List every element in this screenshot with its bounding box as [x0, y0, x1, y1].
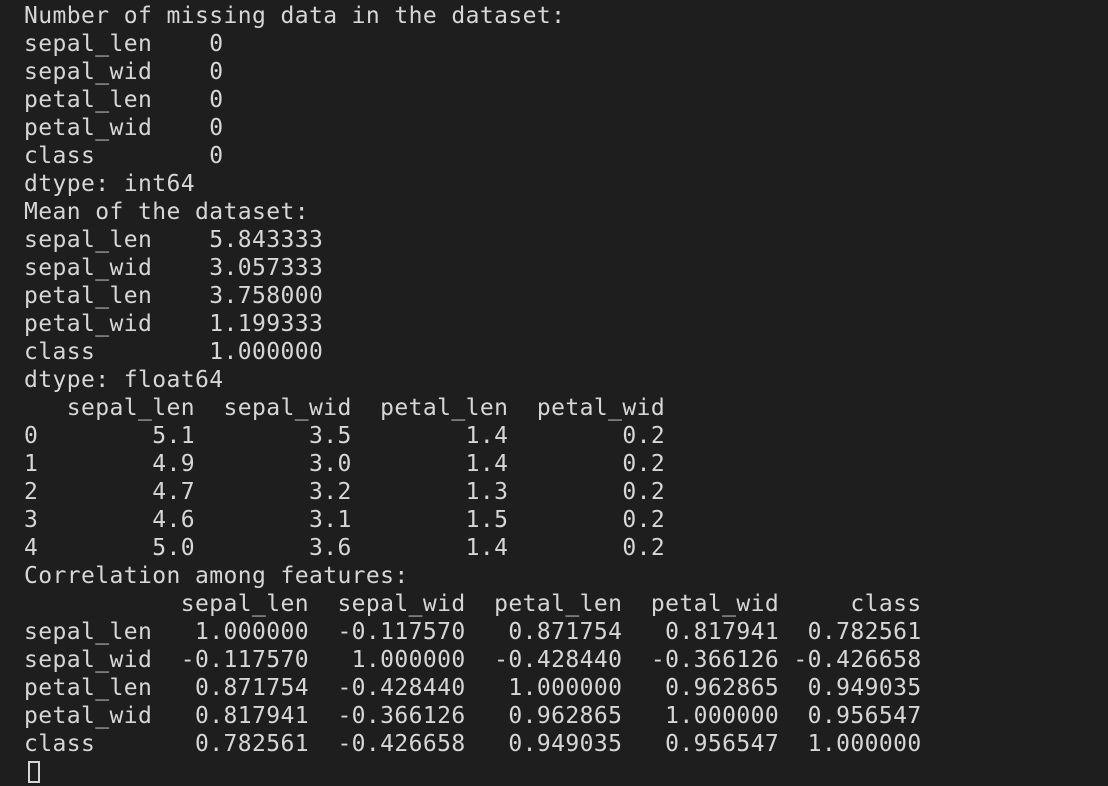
head-table-row: 1 4.9 3.0 1.4 0.2 — [24, 451, 666, 477]
correlation-table-row: petal_len 0.871754 -0.428440 1.000000 0.… — [24, 675, 922, 701]
missing-data-heading: Number of missing data in the dataset: — [24, 3, 566, 29]
correlation-table-row: petal_wid 0.817941 -0.366126 0.962865 1.… — [24, 703, 922, 729]
shell-prompt[interactable] — [24, 758, 1108, 786]
mean-sepal-wid: sepal_wid 3.057333 — [24, 255, 324, 281]
correlation-table-row: sepal_wid -0.117570 1.000000 -0.428440 -… — [24, 647, 922, 673]
missing-petal-wid: petal_wid 0 — [24, 115, 224, 141]
correlation-heading: Correlation among features: — [24, 563, 409, 589]
missing-sepal-wid: sepal_wid 0 — [24, 59, 224, 85]
head-table-header: sepal_len sepal_wid petal_len petal_wid — [24, 395, 666, 421]
head-table-row: 4 5.0 3.6 1.4 0.2 — [24, 535, 666, 561]
mean-petal-wid: petal_wid 1.199333 — [24, 311, 324, 337]
correlation-table-header: sepal_len sepal_wid petal_len petal_wid … — [24, 591, 922, 617]
text-cursor — [28, 761, 40, 783]
correlation-table-row: class 0.782561 -0.426658 0.949035 0.9565… — [24, 731, 922, 757]
mean-heading: Mean of the dataset: — [24, 199, 309, 225]
mean-sepal-len: sepal_len 5.843333 — [24, 227, 324, 253]
terminal-output[interactable]: Number of missing data in the dataset: s… — [24, 2, 1108, 783]
mean-class: class 1.000000 — [24, 339, 324, 365]
head-table-row: 2 4.7 3.2 1.3 0.2 — [24, 479, 666, 505]
mean-petal-len: petal_len 3.758000 — [24, 283, 324, 309]
missing-class: class 0 — [24, 143, 224, 169]
mean-dtype: dtype: float64 — [24, 367, 224, 393]
missing-dtype: dtype: int64 — [24, 171, 195, 197]
missing-petal-len: petal_len 0 — [24, 87, 224, 113]
head-table-row: 3 4.6 3.1 1.5 0.2 — [24, 507, 666, 533]
missing-sepal-len: sepal_len 0 — [24, 31, 224, 57]
head-table-row: 0 5.1 3.5 1.4 0.2 — [24, 423, 666, 449]
correlation-table-row: sepal_len 1.000000 -0.117570 0.871754 0.… — [24, 619, 922, 645]
